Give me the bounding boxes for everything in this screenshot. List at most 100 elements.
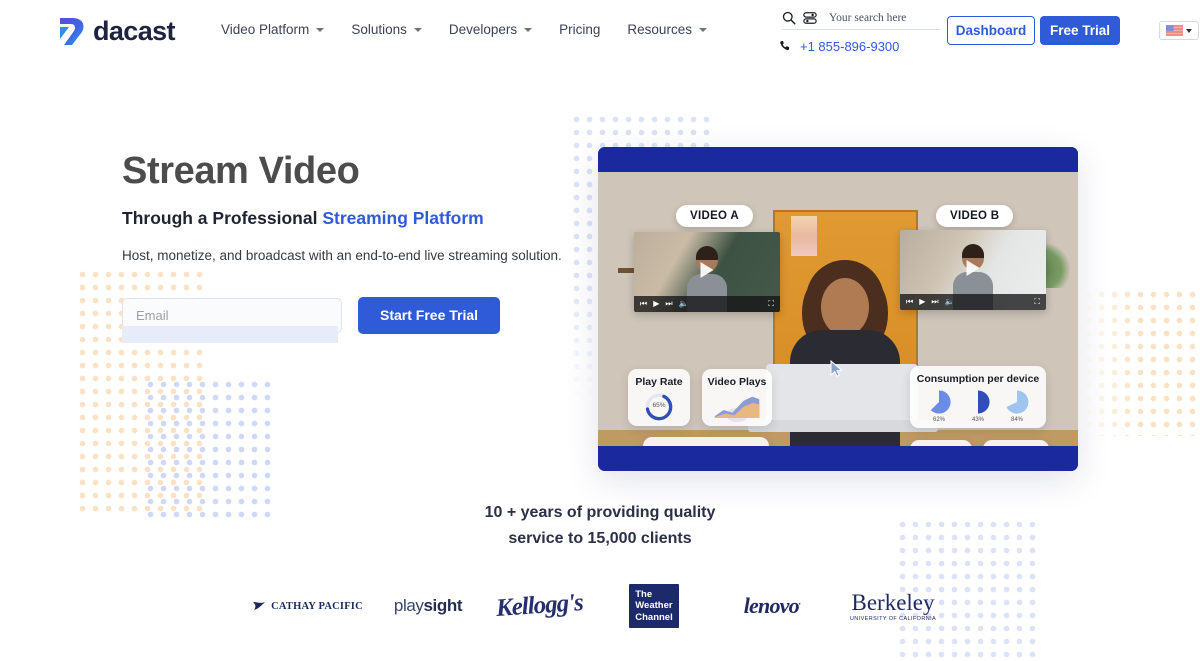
client-logo-lenovo: lenovo.	[714, 578, 830, 634]
client-logo-text-bold: sight	[423, 596, 463, 615]
player-controls-a[interactable]: ⏮ ▶ ⏭ 🔈 ⛶	[634, 296, 780, 312]
fullscreen-icon[interactable]: ⛶	[1034, 298, 1040, 306]
volume-icon[interactable]: 🔈	[945, 298, 955, 306]
video-b-badge: VIDEO B	[936, 205, 1014, 227]
clients-heading-line-1: 10 + years of providing quality	[484, 504, 716, 521]
client-logo-berkeley: Berkeley UNIVERSITY OF CALIFORNIA	[838, 578, 948, 634]
widget-title: Play Rate	[635, 376, 683, 388]
dashboard-button[interactable]: Dashboard	[947, 16, 1035, 45]
play-icon[interactable]	[700, 262, 714, 278]
mouse-cursor-icon	[830, 360, 843, 377]
fullscreen-icon[interactable]: ⛶	[768, 300, 774, 308]
hero-subtitle-prefix: Through a Professional	[122, 208, 323, 229]
nav-item-developers[interactable]: Developers	[449, 22, 544, 37]
video-a-badge: VIDEO A	[676, 205, 753, 227]
widget-top-content: Top Content	[983, 440, 1049, 446]
play-rate-value: 65%	[652, 402, 666, 409]
search-area[interactable]: Your search here	[782, 11, 942, 30]
client-logo-playsight: playsight	[368, 578, 488, 634]
pie-group: 43%	[965, 389, 991, 423]
play-icon[interactable]: ▶	[653, 300, 659, 308]
nav-label: Pricing	[559, 22, 601, 37]
hero-subtitle: Through a Professional Streaming Platfor…	[122, 207, 592, 230]
widget-title: Consumption per device	[916, 373, 1040, 385]
phone-icon	[780, 40, 790, 51]
pie-group: 84%	[1004, 389, 1030, 423]
hero-subtitle-accent: Streaming Platform	[322, 208, 484, 229]
pie-value: 43%	[971, 417, 984, 423]
nav-label: Video Platform	[221, 22, 310, 37]
nav-item-video-platform[interactable]: Video Platform	[221, 22, 336, 37]
chevron-down-icon	[316, 27, 325, 32]
start-free-trial-button[interactable]: Start Free Trial	[358, 296, 501, 334]
hero-video-card[interactable]: VIDEO A ⏮ ▶ ⏭ 🔈 ⛶ VIDEO B ⏮ ▶ ⏭ 🔈 ⛶ Play…	[598, 147, 1078, 471]
hair	[696, 246, 718, 260]
chevron-down-icon	[1186, 28, 1192, 33]
sticky-notes	[791, 216, 817, 256]
pie-chart-3	[1006, 390, 1029, 414]
volume-icon[interactable]: 🔈	[679, 300, 689, 308]
phone-number[interactable]: +1 855-896-9300	[800, 39, 899, 54]
previous-icon[interactable]: ⏮	[640, 300, 647, 308]
free-trial-button[interactable]: Free Trial	[1040, 16, 1120, 45]
client-logos: CATHAY PACIFIC playsight Kellogg's The W…	[0, 578, 1200, 634]
play-icon[interactable]: ▶	[919, 298, 925, 306]
play-icon[interactable]	[966, 260, 980, 276]
pie-value: 62%	[932, 417, 945, 423]
widget-title: Engagement	[674, 444, 737, 446]
video-card-top-bar	[598, 147, 1078, 172]
next-icon[interactable]: ⏭	[665, 300, 672, 308]
client-logo-text: Berkeley	[851, 589, 935, 615]
search-icon[interactable]	[782, 11, 796, 25]
cathay-brushwing-icon	[253, 602, 266, 610]
next-icon[interactable]: ⏭	[931, 298, 938, 306]
widget-video-plays: Video Plays	[702, 369, 772, 426]
chevron-down-icon	[698, 27, 707, 32]
page-title: Stream Video	[122, 150, 360, 192]
widget-play-rate: Play Rate 65%	[628, 369, 690, 426]
us-flag-icon	[1166, 25, 1183, 36]
client-logo-line-2: Weather	[635, 600, 673, 612]
client-logo-text: Kellogg's	[494, 589, 584, 622]
widget-title: Video Plays	[707, 376, 767, 388]
player-controls-b[interactable]: ⏮ ▶ ⏭ 🔈 ⛶	[900, 294, 1046, 310]
dacast-logo-icon	[60, 18, 84, 45]
face	[821, 278, 869, 336]
chevron-down-icon	[413, 27, 422, 32]
landing-page: dacast Video Platform Solutions Develope…	[0, 0, 1200, 661]
pie-value: 84%	[1010, 417, 1023, 423]
site-header: dacast Video Platform Solutions Develope…	[0, 0, 1200, 62]
main-navigation: Video Platform Solutions Developers Pric…	[221, 22, 719, 37]
widget-engagement: Engagement	[643, 437, 769, 446]
search-input-placeholder[interactable]: Your search here	[829, 12, 906, 24]
client-logo-line-3: Channel	[635, 611, 673, 623]
language-selector[interactable]	[1159, 21, 1199, 40]
filter-sliders-icon[interactable]	[803, 11, 817, 25]
video-card-stage: VIDEO A ⏮ ▶ ⏭ 🔈 ⛶ VIDEO B ⏮ ▶ ⏭ 🔈 ⛶ Play…	[598, 172, 1078, 446]
pie-chart-1	[930, 390, 951, 414]
client-logo-text: CATHAY PACIFIC	[271, 600, 363, 612]
client-logo-text-light: play	[393, 596, 424, 615]
nav-item-solutions[interactable]: Solutions	[351, 22, 434, 37]
consumption-pie-charts: 62% 43% 84%	[926, 389, 1030, 423]
nav-label: Resources	[627, 22, 692, 37]
clients-heading-line-2: service to 15,000 clients	[508, 529, 692, 547]
nav-item-resources[interactable]: Resources	[627, 22, 719, 37]
hero-content: Stream Video Through a Professional Stre…	[122, 150, 592, 343]
dacast-logo[interactable]: dacast	[58, 16, 176, 46]
client-logo-text: lenovo	[743, 593, 800, 618]
decorative-dots-blue-left	[144, 378, 272, 520]
nav-item-pricing[interactable]: Pricing	[559, 22, 612, 37]
previous-icon[interactable]: ⏮	[906, 298, 913, 306]
widget-sales: Sales 7117 USD NETHERLANDS	[910, 440, 972, 446]
widget-consumption-per-device: Consumption per device 62% 43% 84%	[910, 366, 1046, 428]
phone-link[interactable]: +1 855-896-9300	[779, 39, 899, 54]
mini-player-b[interactable]: ⏮ ▶ ⏭ 🔈 ⛶	[900, 230, 1046, 310]
mini-player-a[interactable]: ⏮ ▶ ⏭ 🔈 ⛶	[634, 232, 780, 312]
decorative-dots-orange-right	[1082, 288, 1200, 436]
hero-description: Host, monetize, and broadcast with an en…	[122, 248, 562, 264]
video-plays-area-chart	[714, 396, 760, 418]
nav-label: Solutions	[351, 22, 407, 37]
play-rate-donut-chart: 65%	[644, 392, 674, 422]
pie-chart-2	[978, 390, 990, 414]
